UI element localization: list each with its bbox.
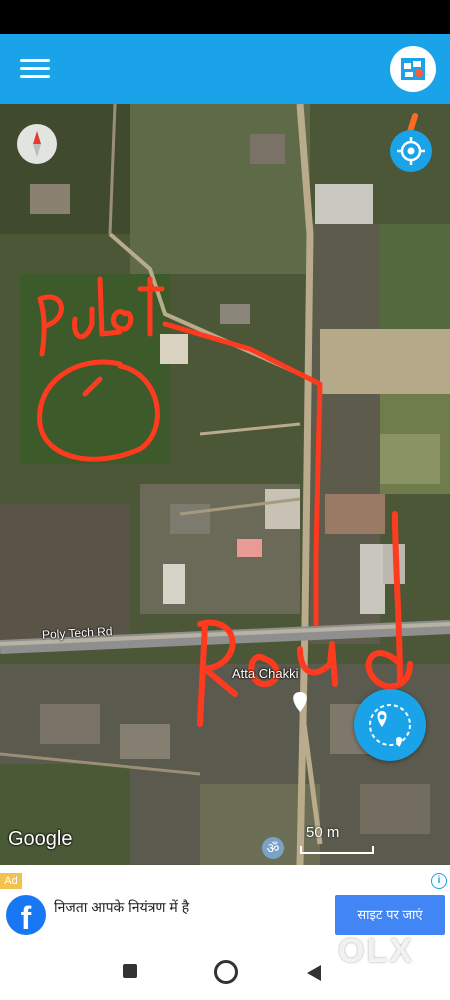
ad-info-icon[interactable]: i (431, 873, 447, 889)
om-place-icon: ॐ (262, 837, 284, 859)
map-view-toggle-button[interactable] (390, 46, 436, 92)
home-icon[interactable] (214, 960, 238, 984)
recent-apps-icon[interactable] (123, 964, 137, 978)
facebook-logo-icon: f (6, 895, 46, 935)
back-icon[interactable] (307, 965, 321, 981)
ad-cta-button[interactable]: साइट पर जाएं (335, 895, 445, 935)
crosshair-icon (397, 137, 425, 165)
place-label: Atta Chakki (232, 666, 299, 681)
ad-text: निजता आपके नियंत्रण में है (54, 899, 190, 915)
directions-button[interactable] (354, 689, 426, 761)
menu-icon[interactable] (18, 54, 52, 84)
status-bar (0, 0, 450, 34)
scale-bar (300, 846, 374, 854)
my-location-button[interactable] (390, 130, 432, 172)
map-icon (401, 58, 425, 80)
route-icon (369, 704, 411, 747)
olx-watermark-sub: INDIA (388, 968, 407, 975)
app-bar (0, 34, 450, 104)
map-view[interactable]: Poly Tech Rd Atta Chakki Google ॐ 50 m (0, 104, 450, 865)
compass-icon[interactable] (17, 124, 57, 164)
ad-tag: Ad (0, 873, 22, 889)
google-attribution: Google (8, 828, 73, 850)
scale-label: 50 m (306, 824, 340, 841)
olx-watermark: OLX (338, 932, 414, 970)
